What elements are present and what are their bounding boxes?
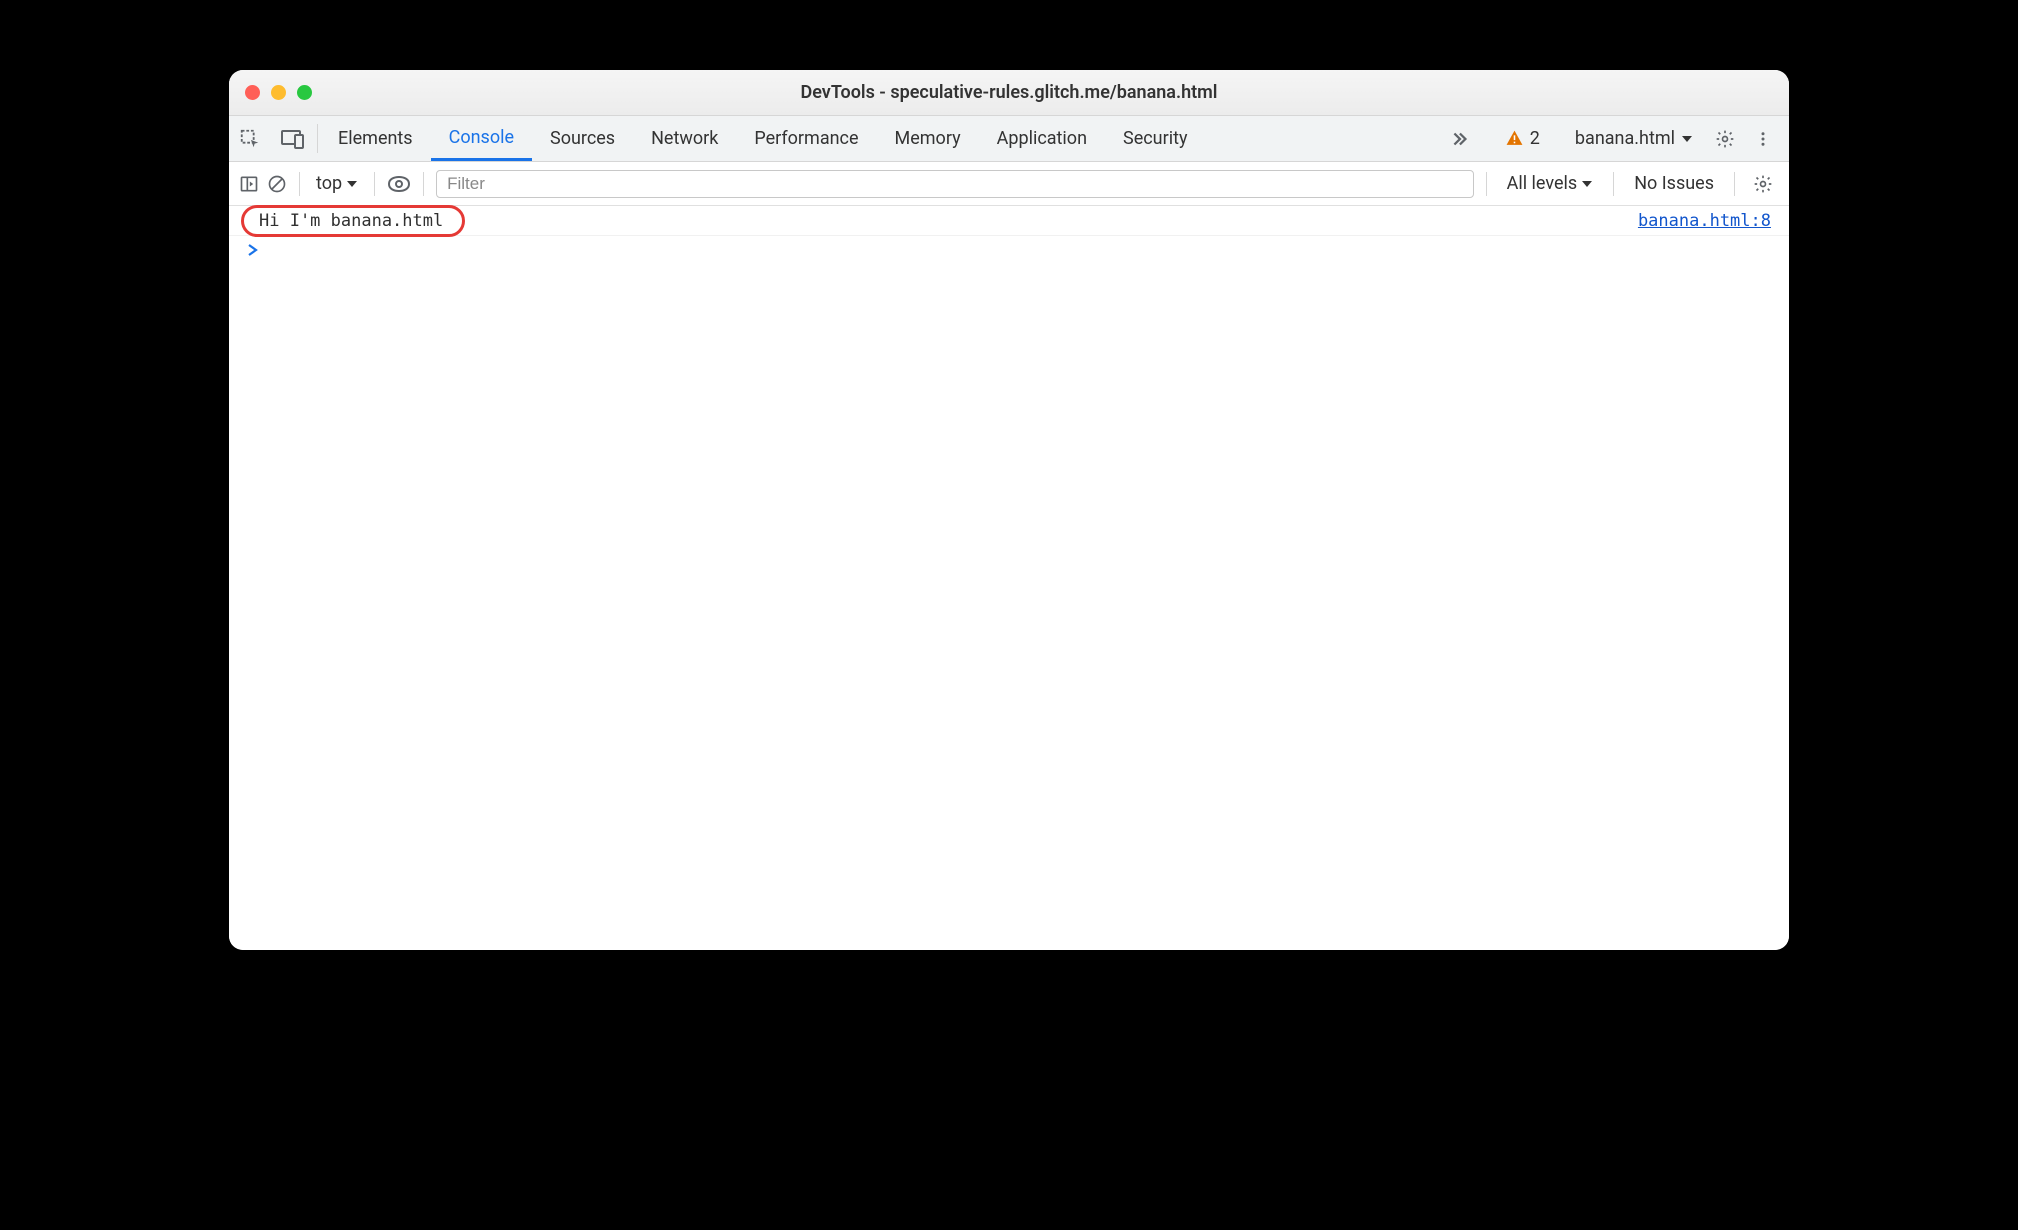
settings-icon[interactable] (1709, 123, 1741, 155)
warnings-badge[interactable]: 2 (1497, 128, 1548, 149)
filter-input[interactable] (436, 170, 1474, 198)
console-settings-icon[interactable] (1747, 168, 1779, 200)
tab-performance[interactable]: Performance (736, 116, 876, 161)
issues-label: No Issues (1634, 173, 1714, 194)
warnings-count: 2 (1530, 128, 1540, 149)
log-row[interactable]: Hi I'm banana.html banana.html:8 (229, 206, 1789, 236)
inspect-element-icon[interactable] (229, 116, 271, 161)
tabbar-right: 2 banana.html (1438, 116, 1789, 161)
panel-tabbar: Elements Console Sources Network Perform… (229, 116, 1789, 162)
device-toolbar-icon[interactable] (271, 116, 315, 161)
target-label: banana.html (1575, 128, 1675, 149)
tab-sources[interactable]: Sources (532, 116, 633, 161)
chevron-down-icon (346, 178, 358, 190)
separator (1613, 172, 1614, 196)
separator (299, 172, 300, 196)
log-message-text: Hi I'm banana.html (259, 211, 443, 231)
separator (1486, 172, 1487, 196)
minimize-window-button[interactable] (271, 85, 286, 100)
clear-console-icon[interactable] (267, 173, 287, 194)
tab-elements[interactable]: Elements (320, 116, 431, 161)
separator (423, 172, 424, 196)
chevron-down-icon (1581, 178, 1593, 190)
window-title: DevTools - speculative-rules.glitch.me/b… (801, 82, 1218, 103)
log-message: Hi I'm banana.html (247, 209, 455, 233)
tab-application[interactable]: Application (979, 116, 1105, 161)
target-selector[interactable]: banana.html (1565, 128, 1703, 149)
context-label: top (316, 173, 342, 194)
more-tabs-icon[interactable] (1438, 128, 1480, 150)
devtools-window: DevTools - speculative-rules.glitch.me/b… (229, 70, 1789, 950)
warning-icon (1505, 129, 1524, 148)
titlebar: DevTools - speculative-rules.glitch.me/b… (229, 70, 1789, 116)
separator (374, 172, 375, 196)
more-options-icon[interactable] (1747, 123, 1779, 155)
prompt-chevron-icon (247, 243, 259, 257)
maximize-window-button[interactable] (297, 85, 312, 100)
log-source-link[interactable]: banana.html:8 (1638, 211, 1771, 231)
console-body: Hi I'm banana.html banana.html:8 (229, 206, 1789, 950)
traffic-lights (229, 85, 312, 100)
issues-indicator[interactable]: No Issues (1626, 173, 1722, 194)
tab-memory[interactable]: Memory (877, 116, 979, 161)
log-levels-selector[interactable]: All levels (1499, 173, 1602, 194)
console-toolbar: top All levels No Issues (229, 162, 1789, 206)
close-window-button[interactable] (245, 85, 260, 100)
levels-label: All levels (1507, 173, 1578, 194)
context-selector[interactable]: top (312, 173, 362, 194)
live-expression-icon[interactable] (387, 173, 411, 194)
toggle-sidebar-icon[interactable] (239, 173, 259, 194)
tab-network[interactable]: Network (633, 116, 736, 161)
chevron-down-icon (1681, 133, 1693, 145)
tab-security[interactable]: Security (1105, 116, 1205, 161)
panel-tabs: Elements Console Sources Network Perform… (320, 116, 1205, 161)
console-prompt[interactable] (229, 236, 1789, 264)
separator (1734, 172, 1735, 196)
separator (317, 124, 318, 153)
tab-console[interactable]: Console (431, 116, 532, 161)
